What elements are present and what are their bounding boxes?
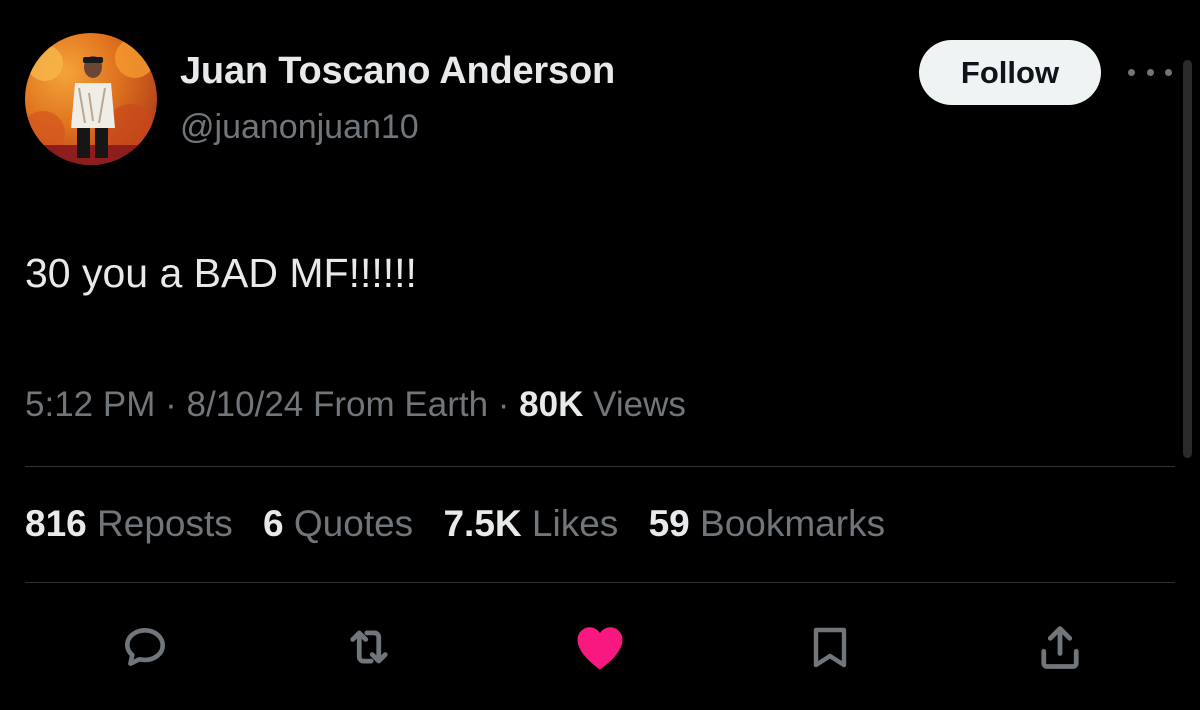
repost-button[interactable] (342, 620, 396, 674)
more-dot (1165, 68, 1172, 76)
reposts-stat[interactable]: 816 Reposts (25, 503, 233, 544)
more-horizontal-icon[interactable] (1128, 60, 1172, 84)
views-label: Views (593, 385, 686, 424)
heart-icon (577, 627, 623, 670)
bookmark-icon (813, 627, 847, 668)
likes-stat[interactable]: 7.5K Likes (443, 503, 618, 544)
avatar[interactable] (25, 33, 157, 165)
tweet-time[interactable]: 5:12 PM (25, 385, 155, 424)
quotes-label: Quotes (293, 503, 414, 544)
reposts-label: Reposts (97, 503, 233, 544)
likes-count: 7.5K (443, 503, 522, 544)
share-button[interactable] (1033, 620, 1087, 674)
bookmarks-stat[interactable]: 59 Bookmarks (649, 503, 886, 544)
follow-button[interactable]: Follow (919, 40, 1101, 105)
bookmarks-label: Bookmarks (700, 503, 886, 544)
quotes-count: 6 (263, 503, 284, 544)
bookmark-button[interactable] (803, 620, 857, 674)
profile-photo (25, 38, 157, 165)
reply-button[interactable] (118, 620, 172, 674)
tweet-meta: 5:12 PM · 8/10/24 From Earth · 80K Views (25, 385, 686, 425)
meta-separator: · (497, 385, 510, 424)
divider (25, 582, 1175, 583)
display-name[interactable]: Juan Toscano Anderson (180, 50, 615, 93)
quotes-stat[interactable]: 6 Quotes (263, 503, 413, 544)
share-icon (1041, 626, 1079, 669)
tweet-location: From Earth (313, 385, 489, 424)
divider (25, 466, 1175, 467)
more-dot (1146, 68, 1154, 76)
tweet-date[interactable]: 8/10/24 (186, 385, 303, 424)
more-dot (1128, 68, 1135, 76)
scrollbar[interactable] (1183, 60, 1192, 458)
repost-icon (350, 630, 388, 664)
bookmarks-count: 59 (648, 503, 690, 544)
engagement-stats: 816 Reposts 6 Quotes 7.5K Likes 59 Bookm… (25, 503, 905, 545)
likes-label: Likes (531, 503, 619, 544)
views-count: 80K (519, 385, 584, 424)
reposts-count: 816 (25, 503, 87, 544)
meta-separator: · (165, 385, 177, 424)
user-handle[interactable]: @juanonjuan10 (180, 108, 419, 147)
tweet-text: 30 you a BAD MF!!!!!! (25, 250, 417, 296)
like-button[interactable] (573, 620, 627, 674)
reply-icon (125, 628, 165, 666)
